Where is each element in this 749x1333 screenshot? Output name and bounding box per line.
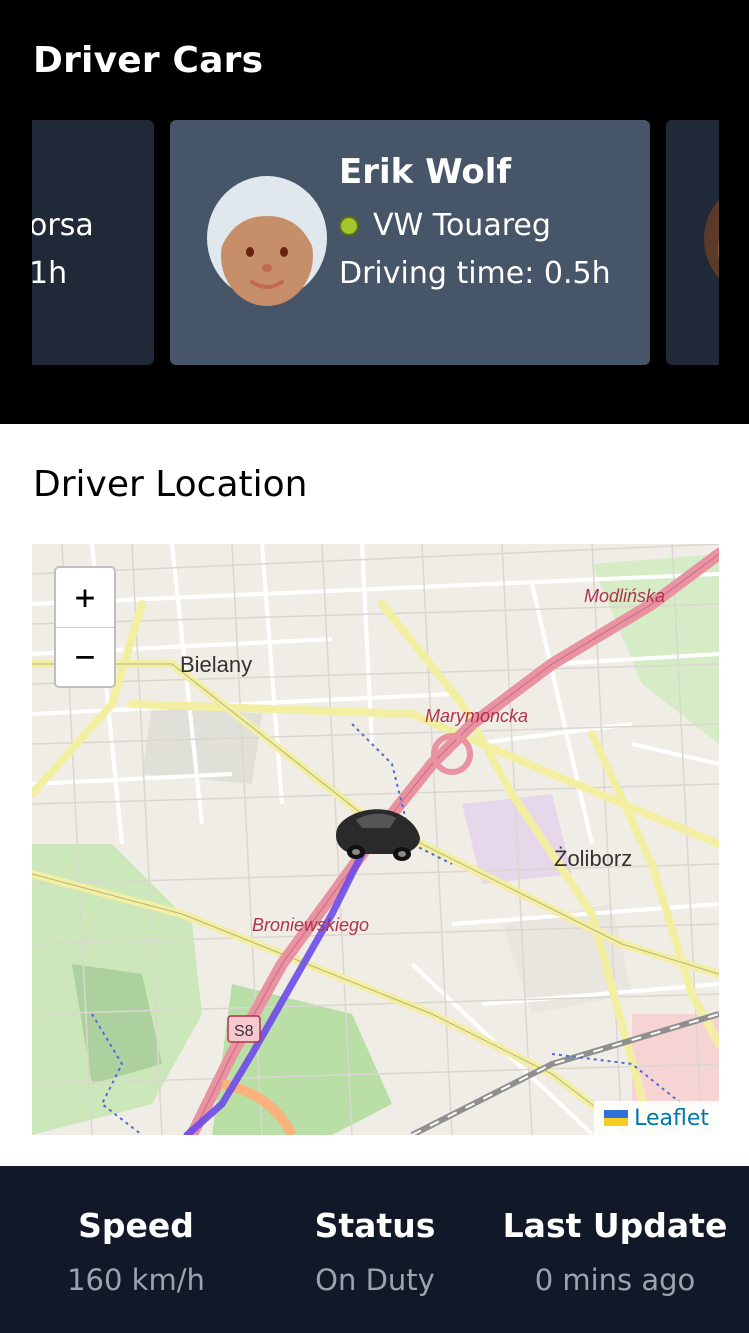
map-attribution: Leaflet	[594, 1101, 719, 1135]
last-update-label: Last Update	[502, 1206, 728, 1245]
driver-name: Erik Wolf	[339, 152, 512, 192]
map-zoom-control: + −	[54, 566, 116, 688]
map-label-modlinska: Modlińska	[584, 586, 665, 606]
driver-car-label: orsa	[32, 208, 94, 243]
status-value: On Duty	[315, 1263, 435, 1297]
zoom-in-button[interactable]: +	[56, 568, 114, 627]
driver-card[interactable]: orsa 1h	[32, 120, 154, 365]
speed-label: Speed	[78, 1206, 194, 1245]
driver-car-row: VW Touareg	[339, 208, 551, 243]
driving-time-label: Driving time: 0.5h	[339, 256, 611, 291]
driver-card[interactable]	[666, 120, 719, 365]
speed-value: 160 km/h	[67, 1263, 205, 1297]
driver-carousel[interactable]: orsa 1h Erik Wolf VW Touareg Driving tim…	[32, 120, 719, 365]
driver-location-map[interactable]: Bielany Marymoncka Modlińska Żoliborz Br…	[32, 544, 719, 1135]
map-label-zoliborz: Żoliborz	[554, 846, 632, 871]
last-update-stat: Last Update 0 mins ago	[495, 1206, 735, 1297]
driving-time-label: 1h	[32, 256, 68, 291]
driver-cars-section: Driver Cars orsa 1h Erik Wolf VW Touareg…	[0, 0, 749, 424]
zoom-out-button[interactable]: −	[56, 627, 114, 686]
driver-car-label: VW Touareg	[373, 208, 551, 243]
status-label: Status	[314, 1206, 436, 1245]
map-label-broniewskiego: Broniewskiego	[252, 915, 369, 935]
last-update-value: 0 mins ago	[534, 1263, 696, 1297]
map-label-marymoncka: Marymoncka	[425, 706, 528, 726]
status-stat: Status On Duty	[255, 1206, 495, 1297]
leaflet-link[interactable]: Leaflet	[634, 1106, 709, 1131]
driver-avatar-icon	[704, 199, 719, 279]
map-label-bielany: Bielany	[180, 652, 252, 677]
ukraine-flag-icon	[604, 1110, 629, 1126]
driver-location-title: Driver Location	[33, 464, 308, 505]
status-dot-icon	[339, 215, 359, 236]
section-title: Driver Cars	[33, 40, 264, 81]
car-marker-icon[interactable]	[332, 804, 424, 862]
driver-avatar-icon	[207, 176, 327, 306]
speed-stat: Speed 160 km/h	[16, 1206, 256, 1297]
map-label-s8: S8	[234, 1023, 254, 1040]
driver-stats-bar: Speed 160 km/h Status On Duty Last Updat…	[0, 1166, 749, 1333]
driver-card-selected[interactable]: Erik Wolf VW Touareg Driving time: 0.5h	[170, 120, 650, 365]
